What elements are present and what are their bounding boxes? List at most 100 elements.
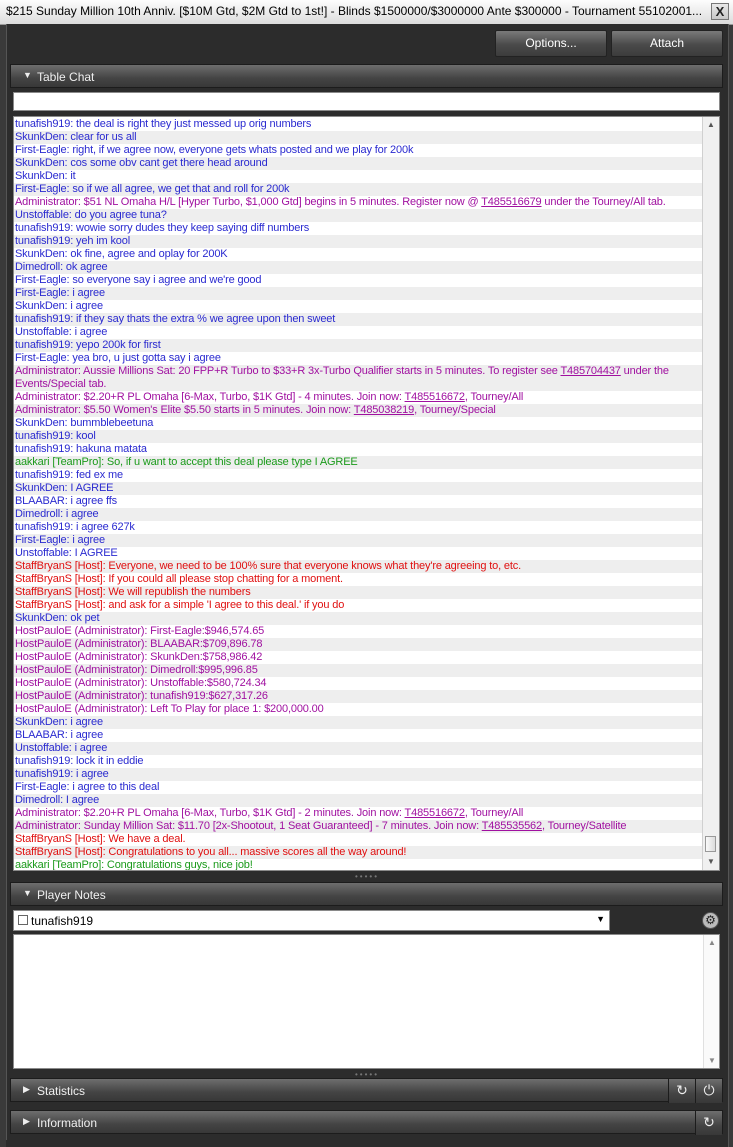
collapse-arrow-icon: ▼	[23, 70, 32, 80]
chat-message-text: BLAABAR: i agree ffs	[15, 495, 117, 507]
table-chat-header[interactable]: ▼ Table Chat	[10, 64, 723, 88]
tournament-link[interactable]: T485704437	[560, 365, 620, 377]
chat-message-text: StaffBryanS [Host]: Everyone, we need to…	[15, 560, 522, 572]
chevron-down-icon[interactable]: ▼	[596, 914, 605, 924]
close-button[interactable]: X	[711, 3, 729, 20]
chat-message-text: HostPauloE (Administrator): tunafish919:…	[15, 690, 268, 702]
chat-message: HostPauloE (Administrator): First-Eagle:…	[14, 625, 703, 638]
tournament-link[interactable]: T485516672	[405, 807, 465, 819]
chat-message-text: Administrator: Aussie Millions Sat: 20 F…	[15, 365, 561, 377]
chat-message: HostPauloE (Administrator): BLAABAR:$709…	[14, 638, 703, 651]
scroll-up-icon[interactable]: ▲	[708, 938, 716, 947]
chat-message: Administrator: $5.50 Women's Elite $5.50…	[14, 404, 703, 417]
chat-message-text: SkunkDen: bummblebeetuna	[15, 417, 154, 429]
chat-message: aakkari [TeamPro]: Congratulations guys,…	[14, 859, 703, 870]
chat-message-text: SkunkDen: ok pet	[15, 612, 100, 624]
chat-log: tunafish919: the deal is right they just…	[13, 116, 720, 871]
tournament-link[interactable]: T485516679	[481, 196, 541, 208]
chat-message: First-Eagle: right, if we agree now, eve…	[14, 144, 703, 157]
chat-message: Administrator: Aussie Millions Sat: 20 F…	[14, 365, 703, 391]
player-select[interactable]: tunafish919 ▼	[13, 910, 610, 931]
chat-message-text: StaffBryanS [Host]: We will republish th…	[15, 586, 251, 598]
chat-message-text: tunafish919: if they say thats the extra…	[15, 313, 336, 325]
chat-message: Administrator: $51 NL Omaha H/L [Hyper T…	[14, 196, 703, 209]
chat-message-text: Administrator: $2.20+R PL Omaha [6-Max, …	[15, 391, 405, 403]
scroll-up-icon[interactable]: ▲	[703, 117, 719, 133]
chat-message-text: HostPauloE (Administrator): BLAABAR:$709…	[15, 638, 263, 650]
chat-message-text: Administrator: $5.50 Women's Elite $5.50…	[15, 404, 354, 416]
player-notes-textarea[interactable]: ▲ ▼	[13, 934, 720, 1069]
bottom-border	[6, 1140, 727, 1147]
collapse-arrow-icon: ▼	[23, 888, 32, 898]
chat-message: First-Eagle: i agree to this deal	[14, 781, 703, 794]
tournament-link[interactable]: T485535562	[482, 820, 542, 832]
chat-message-text: First-Eagle: i agree	[15, 534, 105, 546]
chat-message: tunafish919: yeh im kool	[14, 235, 703, 248]
chat-message-text: SkunkDen: cos some obv cant get there he…	[15, 157, 268, 169]
chat-message: First-Eagle: so if we all agree, we get …	[14, 183, 703, 196]
chat-message-text: Unstoffable: I AGREE	[15, 547, 118, 559]
statistics-header[interactable]: ▶ Statistics ↻ ⏻	[10, 1078, 723, 1103]
chat-message: HostPauloE (Administrator): Dimedroll:$9…	[14, 664, 703, 677]
chat-message: Administrator: Sunday Million Sat: $11.7…	[14, 820, 703, 833]
gear-icon[interactable]: ⚙	[702, 912, 719, 929]
scroll-down-icon[interactable]: ▼	[708, 1056, 716, 1065]
chat-message-text: Unstoffable: do you agree tuna?	[15, 209, 167, 221]
player-notes-header[interactable]: ▼ Player Notes	[10, 882, 723, 906]
chat-scrollbar[interactable]: ▲ ▼	[702, 117, 719, 870]
chat-message-text: First-Eagle: i agree to this deal	[15, 781, 160, 793]
tournament-link[interactable]: T485038219	[354, 404, 414, 416]
chat-message: BLAABAR: i agree	[14, 729, 703, 742]
chat-message: Unstoffable: I AGREE	[14, 547, 703, 560]
chat-message-text: SkunkDen: clear for us all	[15, 131, 137, 143]
chat-message: tunafish919: hakuna matata	[14, 443, 703, 456]
chat-message-text: Administrator: $2.20+R PL Omaha [6-Max, …	[15, 807, 405, 819]
chat-message-suffix: , Tourney/All	[464, 391, 524, 403]
chat-message-text: Administrator: Sunday Million Sat: $11.7…	[15, 820, 482, 832]
chat-message: tunafish919: i agree	[14, 768, 703, 781]
attach-button[interactable]: Attach	[611, 30, 723, 57]
chat-message-text: tunafish919: i agree	[15, 768, 109, 780]
chat-message-text: SkunkDen: I AGREE	[15, 482, 114, 494]
chat-message: SkunkDen: it	[14, 170, 703, 183]
chat-message-text: HostPauloE (Administrator): SkunkDen:$75…	[15, 651, 263, 663]
chat-message-text: SkunkDen: it	[15, 170, 76, 182]
chat-message: tunafish919: fed ex me	[14, 469, 703, 482]
chat-message-text: SkunkDen: i agree	[15, 716, 103, 728]
refresh-icon[interactable]: ↻	[695, 1111, 722, 1135]
chat-message: First-Eagle: yea bro, u just gotta say i…	[14, 352, 703, 365]
resize-grip-icon[interactable]: •••••	[350, 873, 384, 881]
power-icon[interactable]: ⏻	[695, 1079, 722, 1103]
chat-message-text: BLAABAR: i agree	[15, 729, 104, 741]
resize-grip-icon[interactable]: •••••	[350, 1071, 384, 1079]
chat-message: SkunkDen: cos some obv cant get there he…	[14, 157, 703, 170]
chat-message-text: First-Eagle: i agree	[15, 287, 105, 299]
chat-message-text: tunafish919: yeh im kool	[15, 235, 131, 247]
chat-message-text: tunafish919: the deal is right they just…	[15, 118, 312, 130]
refresh-icon[interactable]: ↻	[668, 1079, 695, 1103]
chat-input[interactable]	[13, 92, 720, 111]
options-button[interactable]: Options...	[495, 30, 607, 57]
chat-message: HostPauloE (Administrator): Left To Play…	[14, 703, 703, 716]
chat-message-text: Dimedroll: i agree	[15, 508, 99, 520]
window-title: $215 Sunday Million 10th Anniv. [$10M Gt…	[6, 4, 703, 18]
tournament-link[interactable]: T485516672	[405, 391, 465, 403]
window-title-bar: $215 Sunday Million 10th Anniv. [$10M Gt…	[0, 0, 733, 25]
player-checkbox[interactable]	[18, 915, 28, 925]
scroll-thumb[interactable]	[705, 836, 716, 852]
chat-message: SkunkDen: i agree	[14, 716, 703, 729]
notes-scrollbar[interactable]: ▲ ▼	[703, 935, 719, 1068]
expand-arrow-icon: ▶	[23, 1116, 30, 1126]
chat-message: First-Eagle: i agree	[14, 287, 703, 300]
chat-message: SkunkDen: ok pet	[14, 612, 703, 625]
chat-message: aakkari [TeamPro]: So, if u want to acce…	[14, 456, 703, 469]
chat-message: SkunkDen: i agree	[14, 300, 703, 313]
chat-message-text: SkunkDen: i agree	[15, 300, 103, 312]
chat-message: Dimedroll: ok agree	[14, 261, 703, 274]
information-header[interactable]: ▶ Information ↻	[10, 1110, 723, 1135]
chat-message: Administrator: $2.20+R PL Omaha [6-Max, …	[14, 807, 703, 820]
chat-message-text: First-Eagle: yea bro, u just gotta say i…	[15, 352, 221, 364]
chat-message-text: StaffBryanS [Host]: Congratulations to y…	[15, 846, 407, 858]
chat-message: First-Eagle: i agree	[14, 534, 703, 547]
scroll-down-icon[interactable]: ▼	[703, 854, 719, 870]
